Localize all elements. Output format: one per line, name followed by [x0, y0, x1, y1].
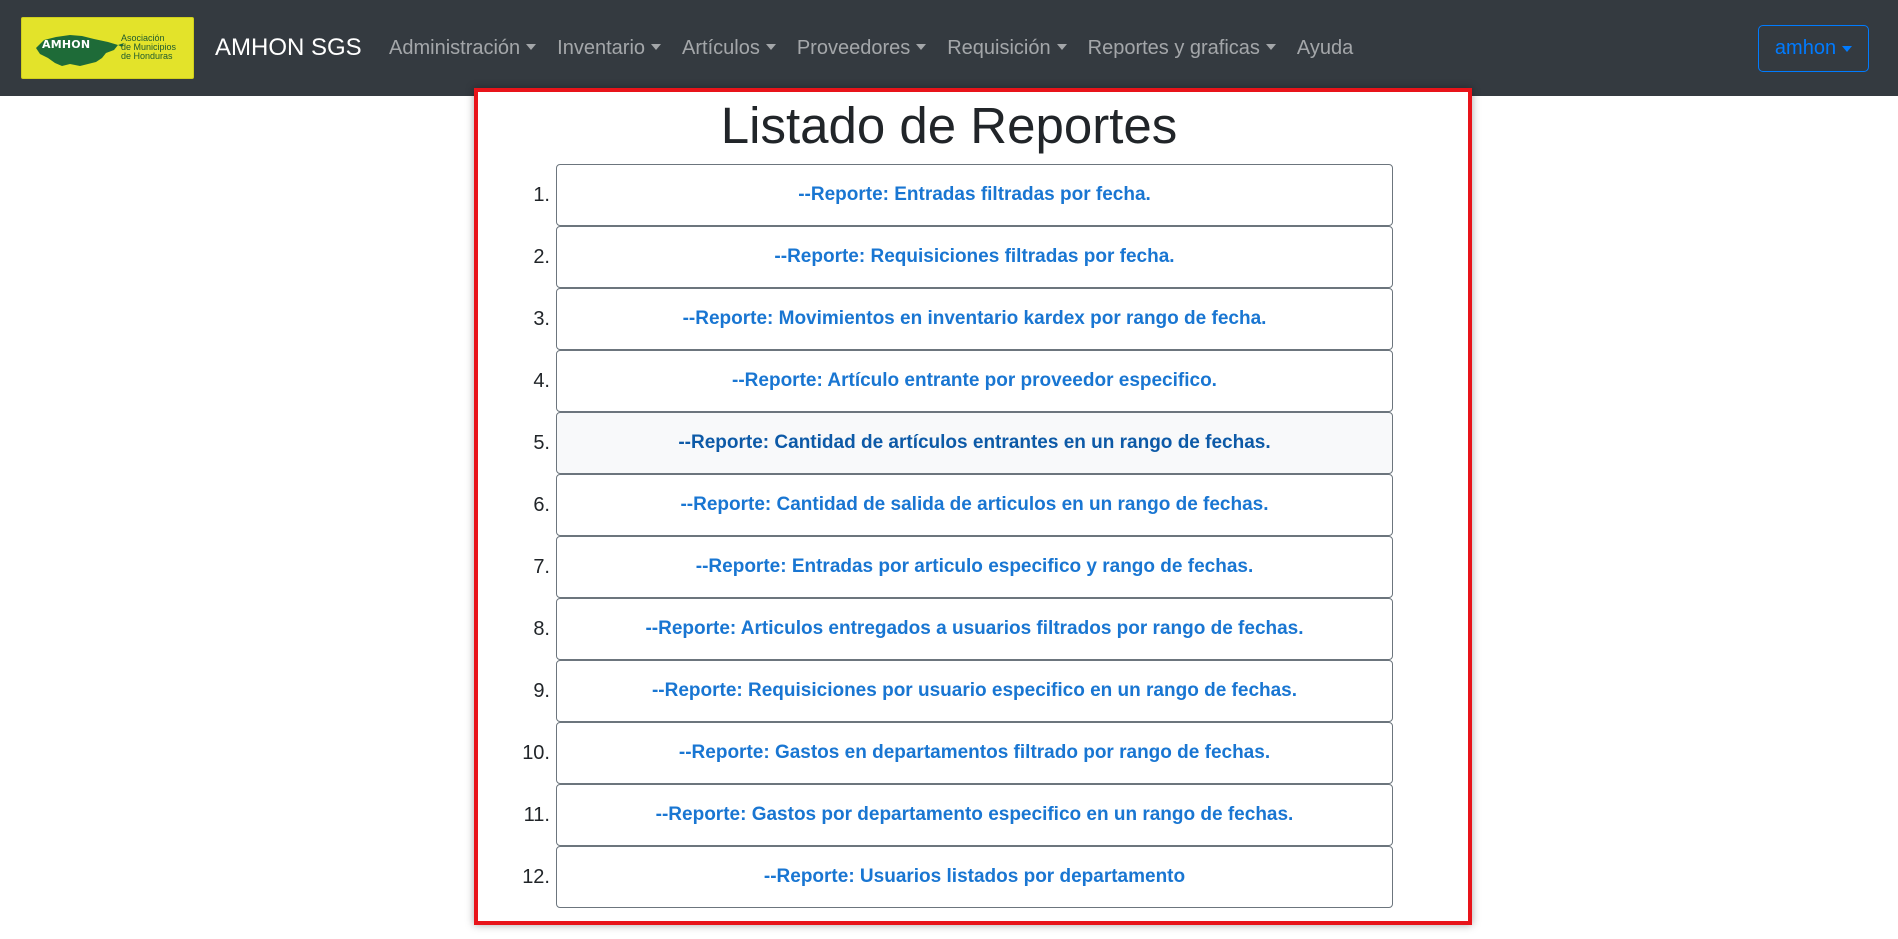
brand-name[interactable]: AMHON SGS [215, 34, 362, 62]
user-name: amhon [1774, 37, 1837, 59]
report-button[interactable]: --Reporte: Gastos por departamento espec… [556, 784, 1393, 846]
report-button[interactable]: --Reporte: Gastos en departamentos filtr… [556, 722, 1393, 784]
chevron-down-icon [1056, 44, 1067, 50]
report-button[interactable]: --Reporte: Cantidad de salida de articul… [556, 474, 1393, 536]
report-button[interactable]: --Reporte: Usuarios listados por departa… [556, 846, 1393, 908]
nav-articulos-label: Artículos [682, 37, 760, 59]
nav-inventario[interactable]: Inventario [557, 36, 662, 60]
report-number: 5. [533, 432, 550, 454]
list-item: 10. --Reporte: Gastos en departamentos f… [0, 722, 1898, 784]
nav-ayuda[interactable]: Ayuda [1297, 36, 1353, 60]
nav-articulos[interactable]: Artículos [682, 36, 776, 60]
report-number: 8. [533, 618, 550, 640]
report-button[interactable]: --Reporte: Entradas por articulo especif… [556, 536, 1393, 598]
user-menu-button[interactable]: amhon [1758, 25, 1869, 72]
report-button[interactable]: --Reporte: Cantidad de artículos entrant… [556, 412, 1393, 474]
logo-abbreviation: AMHON [42, 38, 91, 51]
report-button[interactable]: --Reporte: Artículo entrante por proveed… [556, 350, 1393, 412]
main-nav: Administración Inventario Artículos Prov… [389, 36, 1374, 60]
logo-text-line-3: de Honduras [121, 51, 173, 61]
nav-requisicion-label: Requisición [947, 37, 1051, 59]
nav-administracion[interactable]: Administración [389, 36, 537, 60]
page-title: Listado de Reportes [720, 97, 1178, 154]
list-item: 9. --Reporte: Requisiciones por usuario … [0, 660, 1898, 722]
nav-administracion-label: Administración [389, 37, 521, 59]
report-number: 11. [523, 804, 550, 826]
report-button[interactable]: --Reporte: Movimientos en inventario kar… [556, 288, 1393, 350]
nav-reportes[interactable]: Reportes y graficas [1088, 36, 1276, 60]
chevron-down-icon [1842, 45, 1853, 52]
nav-requisicion[interactable]: Requisición [947, 36, 1067, 60]
list-item: 6. --Reporte: Cantidad de salida de arti… [0, 474, 1898, 536]
list-item: 4. --Reporte: Artículo entrante por prov… [0, 350, 1898, 412]
chevron-down-icon [916, 44, 927, 50]
list-item: 3. --Reporte: Movimientos en inventario … [0, 288, 1898, 350]
list-item: 5. --Reporte: Cantidad de artículos entr… [0, 412, 1898, 474]
report-number: 12. [522, 866, 550, 888]
chevron-down-icon [651, 44, 662, 50]
chevron-down-icon [765, 44, 776, 50]
report-number: 6. [533, 494, 550, 516]
list-item: 7. --Reporte: Entradas por articulo espe… [0, 536, 1898, 598]
list-item: 8. --Reporte: Articulos entregados a usu… [0, 598, 1898, 660]
report-number: 7. [533, 556, 550, 578]
report-number: 3. [533, 308, 550, 330]
report-number: 10. [522, 742, 550, 764]
report-button[interactable]: --Reporte: Requisiciones por usuario esp… [556, 660, 1393, 722]
nav-proveedores[interactable]: Proveedores [796, 36, 927, 60]
report-number: 1. [533, 184, 550, 206]
top-navbar: AMHON Asociación de Municipios de Hondur… [0, 0, 1898, 96]
nav-inventario-label: Inventario [557, 37, 646, 59]
report-number: 9. [533, 680, 550, 702]
list-item: 1. --Reporte: Entradas filtradas por fec… [0, 164, 1898, 226]
report-button[interactable]: --Reporte: Entradas filtradas por fecha. [556, 164, 1393, 226]
report-button[interactable]: --Reporte: Requisiciones filtradas por f… [556, 226, 1393, 288]
nav-proveedores-label: Proveedores [796, 37, 911, 59]
nav-ayuda-label: Ayuda [1296, 37, 1354, 59]
list-item: 11. --Reporte: Gastos por departamento e… [0, 784, 1898, 846]
report-number: 4. [533, 370, 550, 392]
report-number: 2. [533, 246, 550, 268]
chevron-down-icon [1265, 44, 1276, 50]
report-button[interactable]: --Reporte: Articulos entregados a usuari… [556, 598, 1393, 660]
chevron-down-icon [526, 44, 537, 50]
list-item: 12. --Reporte: Usuarios listados por dep… [0, 846, 1898, 908]
list-item: 2. --Reporte: Requisiciones filtradas po… [0, 226, 1898, 288]
nav-reportes-label: Reportes y graficas [1087, 37, 1260, 59]
amhon-logo[interactable]: AMHON Asociación de Municipios de Hondur… [21, 17, 194, 79]
